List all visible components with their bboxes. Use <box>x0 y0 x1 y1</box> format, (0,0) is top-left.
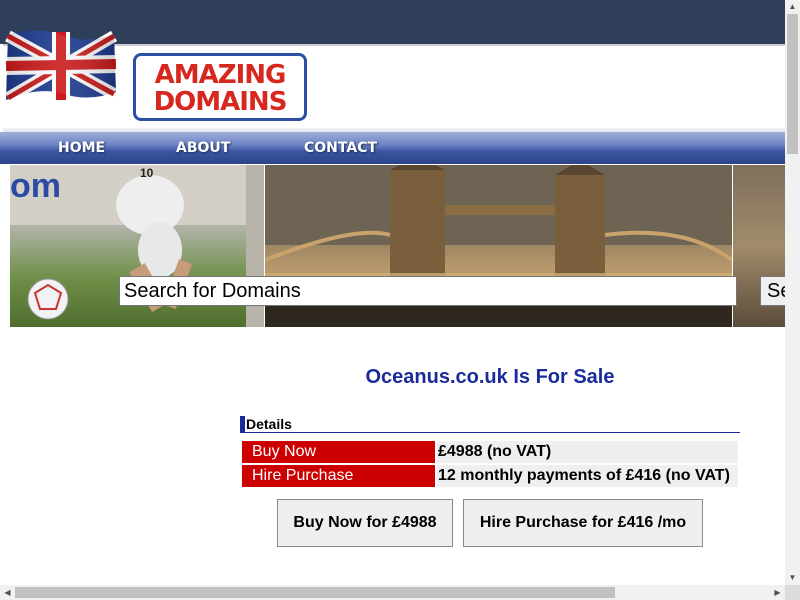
logo-line-2: DOMAINS <box>153 87 288 117</box>
details-row-hire-purchase: Hire Purchase 12 monthly payments of £41… <box>242 465 738 487</box>
scrollbar-corner <box>785 585 800 600</box>
site-logo[interactable]: AMAZING DOMAINS <box>133 53 307 121</box>
buy-now-button[interactable]: Buy Now for £4988 <box>277 499 453 547</box>
details-row-buy-now: Buy Now £4988 (no VAT) <box>242 441 738 463</box>
nav-about-link[interactable]: ABOUT <box>176 140 230 156</box>
page-title: Oceanus.co.uk Is For Sale <box>365 366 615 388</box>
vertical-scroll-thumb[interactable] <box>787 14 798 154</box>
details-label: Buy Now <box>242 441 435 463</box>
union-jack-flag-icon <box>4 30 118 104</box>
hire-purchase-button[interactable]: Hire Purchase for £416 /mo <box>463 499 703 547</box>
details-value: £4988 (no VAT) <box>437 441 738 463</box>
nav-contact-link[interactable]: CONTACT <box>304 140 377 156</box>
domain-search-input[interactable] <box>119 276 737 306</box>
vertical-scrollbar[interactable]: ▲ ▼ <box>785 0 800 585</box>
details-value: 12 monthly payments of £416 (no VAT) <box>437 465 738 487</box>
triangle-right-icon[interactable]: ▶ <box>770 585 785 600</box>
triangle-down-icon[interactable]: ▼ <box>785 571 800 585</box>
nav-home-link[interactable]: HOME <box>58 140 105 156</box>
horizontal-scrollbar[interactable]: ◀ ▶ <box>0 585 785 600</box>
triangle-left-icon[interactable]: ◀ <box>0 585 15 600</box>
logo-line-1: AMAZING <box>154 60 287 90</box>
svg-text:10: 10 <box>140 166 154 180</box>
triangle-up-icon[interactable]: ▲ <box>785 0 800 14</box>
svg-text:om: om <box>10 167 61 205</box>
horizontal-scroll-thumb[interactable] <box>15 587 615 598</box>
main-nav: HOME ABOUT CONTACT <box>0 132 785 164</box>
site-header <box>3 44 785 132</box>
details-header: Details <box>240 416 740 433</box>
details-label: Hire Purchase <box>242 465 435 487</box>
browser-viewport: AMAZING DOMAINS HOME ABOUT CONTACT om 10 <box>0 0 800 600</box>
